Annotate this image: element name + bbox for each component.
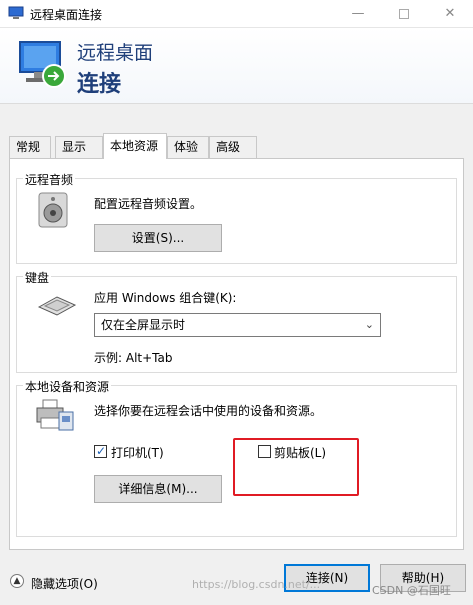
details-button[interactable]: 详细信息(M)... [94,475,222,503]
printer-label[interactable]: 打印机(T) [111,444,164,461]
header-title-line2: 连接 [77,72,122,97]
minimize-button[interactable]: — [335,0,381,28]
windows-keys-label: 应用 Windows 组合键(K): [94,291,237,305]
maximize-icon [399,8,409,19]
speaker-icon [38,192,68,228]
printer-devices-icon [36,399,74,431]
remote-desktop-app-icon [8,6,24,19]
local-devices-group-label: 本地设备和资源 [23,378,112,395]
tab-general[interactable]: 常规 [9,136,51,158]
windows-keys-selected: 仅在全屏显示时 [101,318,186,332]
clipboard-highlight-box [233,438,359,496]
window-title: 远程桌面连接 [30,8,103,22]
printer-checkbox[interactable]: ✓ [94,444,107,458]
keyboard-group: 键盘 应用 Windows 组合键(K): 仅在全屏显示时 ⌄ 示例: Alt+… [16,269,457,373]
watermark-author: CSDN @石国旺 [372,584,451,597]
keyboard-icon [37,296,77,316]
watermark-url: https://blog.csdn.net/... [192,578,321,591]
local-devices-description: 选择你要在远程会话中使用的设备和资源。 [94,404,323,418]
chevron-down-icon: ⌄ [364,318,374,331]
audio-settings-button[interactable]: 设置(S)... [94,224,222,252]
hide-options-link[interactable]: 隐藏选项(O) [31,575,98,592]
hide-options-toggle-icon[interactable]: ▲ [10,574,24,588]
title-bar: 远程桌面连接 — ✕ [0,0,473,28]
header-title-line1: 远程桌面 [77,42,154,64]
checkmark-icon: ✓ [96,444,107,458]
remote-desktop-monitor-icon [19,41,66,88]
tab-advanced[interactable]: 高级 [209,136,257,158]
tab-display[interactable]: 显示 [55,136,103,158]
windows-keys-dropdown[interactable]: 仅在全屏显示时 ⌄ [94,313,381,337]
keyboard-example: 示例: Alt+Tab [94,351,173,365]
remote-audio-group: 远程音频 配置远程音频设置。 设置(S)... [16,171,457,264]
close-button[interactable]: ✕ [427,0,473,28]
maximize-button[interactable] [381,0,427,28]
header-banner: 远程桌面 连接 [0,28,473,104]
remote-audio-group-label: 远程音频 [23,171,76,188]
remote-audio-description: 配置远程音频设置。 [94,197,203,211]
keyboard-group-label: 键盘 [23,269,52,286]
tab-local-resources[interactable]: 本地资源 [103,133,167,159]
tab-experience[interactable]: 体验 [167,136,209,158]
